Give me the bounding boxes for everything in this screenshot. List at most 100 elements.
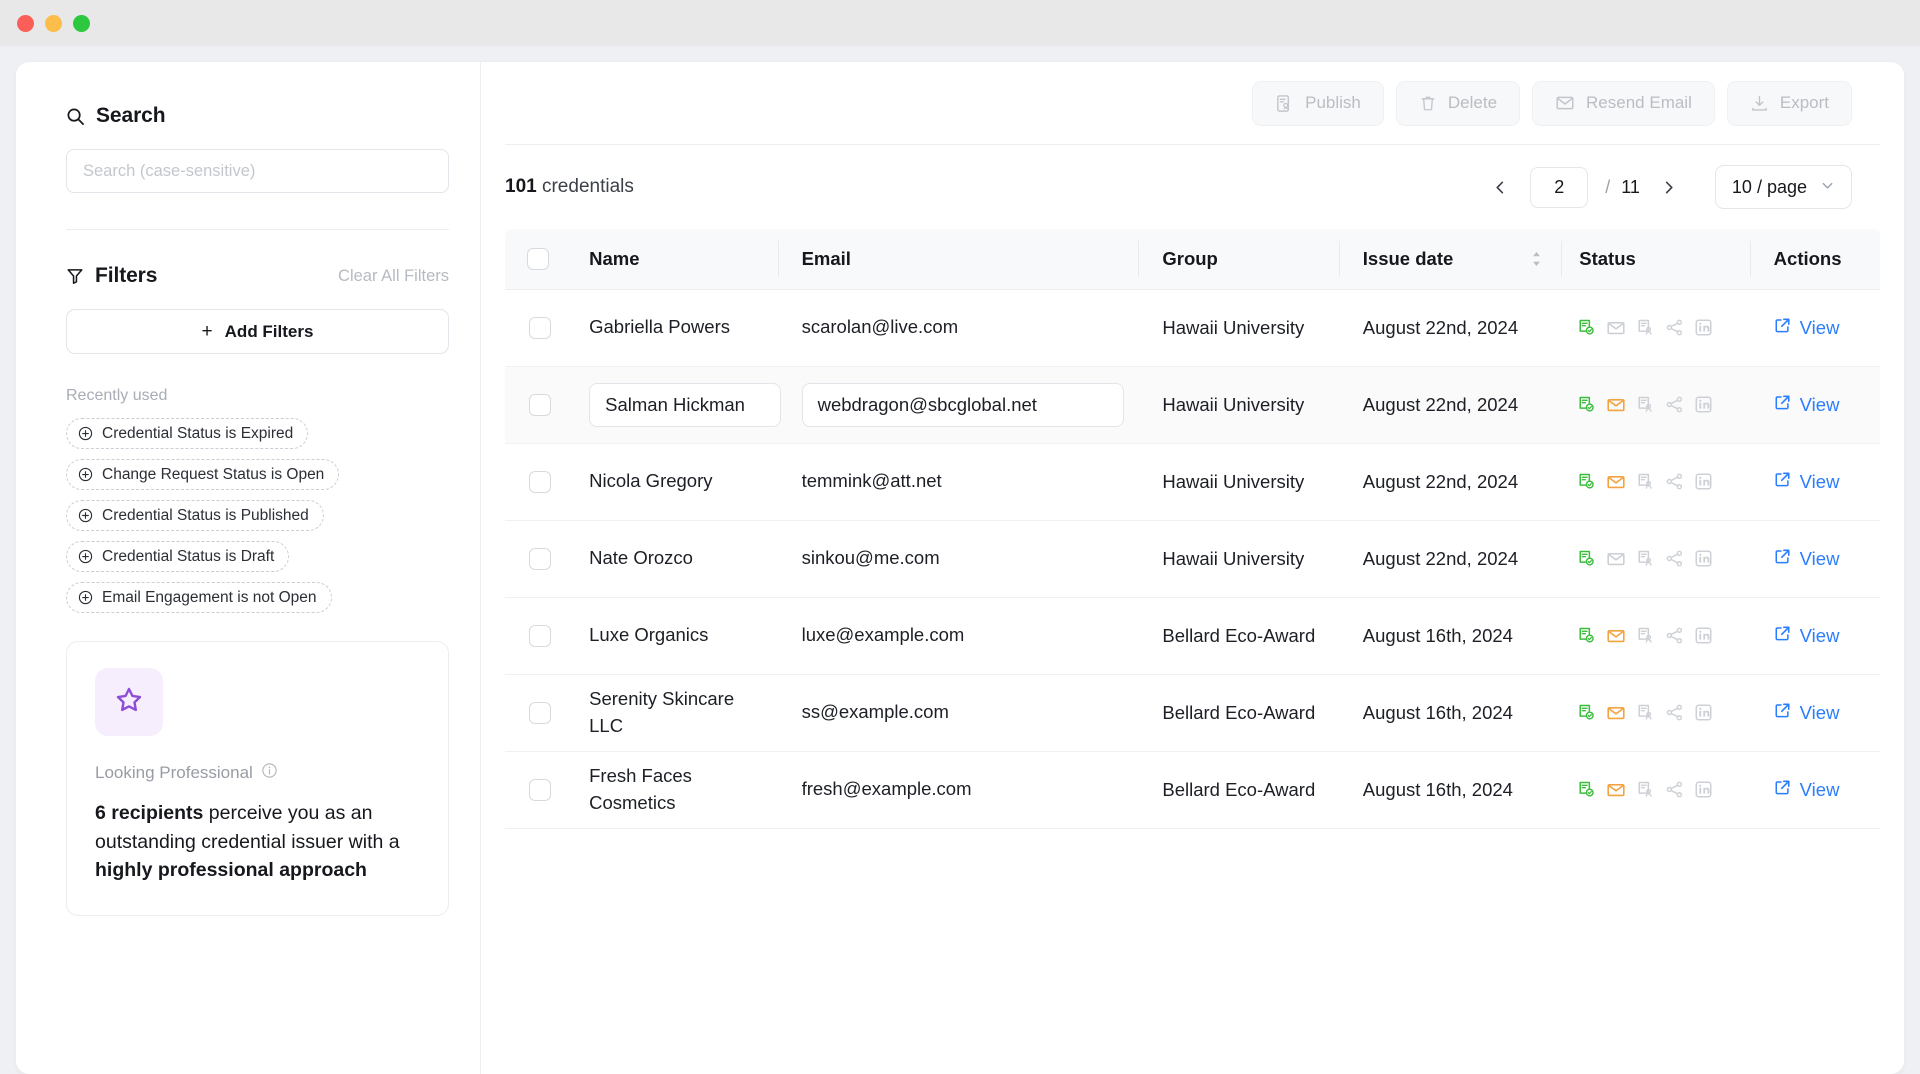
- row-actions-cell: View: [1749, 289, 1880, 367]
- table-row[interactable]: Salman Hickman webdragon@sbcglobal.net Haw…: [505, 365, 1880, 444]
- credential-viewed-icon[interactable]: [1636, 780, 1655, 799]
- email-input[interactable]: webdragon@sbcglobal.net: [801, 382, 1124, 427]
- email-sent-icon[interactable]: [1606, 318, 1626, 338]
- delete-button[interactable]: Delete: [1395, 80, 1521, 126]
- row-checkbox[interactable]: [529, 547, 551, 570]
- row-checkbox[interactable]: [529, 393, 551, 416]
- select-all-checkbox[interactable]: [527, 247, 549, 270]
- credential-published-icon[interactable]: [1577, 395, 1596, 414]
- column-header-name[interactable]: Name: [565, 229, 778, 290]
- minimize-window-button[interactable]: [45, 14, 62, 32]
- add-filters-button[interactable]: + Add Filters: [66, 309, 449, 354]
- table-row[interactable]: Nicola Gregory temmink@att.net Hawaii Univ…: [505, 443, 1880, 521]
- export-button[interactable]: Export: [1726, 80, 1852, 126]
- maximize-window-button[interactable]: [73, 14, 90, 32]
- recent-filter-chip[interactable]: Change Request Status is Open: [66, 459, 340, 490]
- email-sent-icon[interactable]: [1606, 472, 1626, 492]
- column-label-issue-date: Issue date: [1362, 247, 1454, 269]
- row-actions-cell: View: [1749, 365, 1880, 444]
- linkedin-icon[interactable]: [1694, 472, 1713, 491]
- credentials-table-wrapper: Name Email Group Issue date Status Actio…: [481, 229, 1904, 1074]
- share-icon[interactable]: [1665, 318, 1684, 337]
- table-row[interactable]: Gabriella Powers scarolan@live.com Hawaii …: [505, 289, 1880, 367]
- external-link-icon: [1774, 702, 1791, 724]
- email-sent-icon[interactable]: [1606, 703, 1626, 723]
- row-issue-date-cell: August 16th, 2024: [1338, 597, 1562, 675]
- share-icon[interactable]: [1665, 703, 1684, 722]
- share-icon[interactable]: [1665, 549, 1684, 568]
- close-window-button[interactable]: [17, 14, 34, 32]
- linkedin-icon[interactable]: [1694, 626, 1713, 645]
- email-sent-icon[interactable]: [1606, 780, 1626, 800]
- credential-viewed-icon[interactable]: [1636, 395, 1655, 414]
- row-group-cell: Hawaii University: [1138, 443, 1339, 521]
- linkedin-icon[interactable]: [1694, 780, 1713, 799]
- current-page-input[interactable]: 2: [1530, 166, 1589, 208]
- linkedin-icon[interactable]: [1694, 318, 1713, 337]
- view-credential-link[interactable]: View: [1774, 702, 1839, 724]
- info-circle-icon[interactable]: [261, 762, 278, 784]
- linkedin-icon[interactable]: [1694, 703, 1713, 722]
- row-checkbox[interactable]: [529, 624, 551, 647]
- credential-viewed-icon[interactable]: [1636, 703, 1655, 722]
- credential-published-icon[interactable]: [1577, 549, 1596, 568]
- credential-published-icon[interactable]: [1577, 626, 1596, 645]
- trash-icon: [1419, 94, 1437, 112]
- credential-viewed-icon[interactable]: [1636, 472, 1655, 491]
- column-header-email[interactable]: Email: [777, 229, 1139, 290]
- promo-body-text: 6 recipients perceive you as an outstand…: [95, 799, 420, 885]
- clear-all-filters-button[interactable]: Clear All Filters: [338, 267, 449, 286]
- credential-published-icon[interactable]: [1577, 780, 1596, 799]
- view-credential-link[interactable]: View: [1774, 548, 1839, 570]
- recent-filter-chip[interactable]: Email Engagement is not Open: [66, 582, 332, 613]
- name-input[interactable]: Salman Hickman: [589, 382, 782, 427]
- share-icon[interactable]: [1665, 780, 1684, 799]
- credential-published-icon[interactable]: [1577, 472, 1596, 491]
- share-icon[interactable]: [1665, 395, 1684, 414]
- sort-updown-icon[interactable]: [1530, 250, 1543, 268]
- table-row[interactable]: Fresh Faces Cosmetics fresh@example.com Be…: [505, 751, 1880, 829]
- share-icon[interactable]: [1665, 472, 1684, 491]
- search-input[interactable]: [66, 149, 449, 193]
- view-credential-link[interactable]: View: [1774, 625, 1839, 647]
- view-credential-link[interactable]: View: [1774, 471, 1839, 493]
- view-credential-link[interactable]: View: [1774, 317, 1839, 339]
- window-titlebar: [0, 0, 1920, 46]
- row-actions-cell: View: [1749, 674, 1880, 752]
- chevron-right-icon[interactable]: [1651, 169, 1687, 205]
- row-checkbox[interactable]: [529, 701, 551, 724]
- chevron-left-icon[interactable]: [1482, 169, 1518, 205]
- resend-email-button[interactable]: Resend Email: [1532, 80, 1715, 126]
- column-header-group[interactable]: Group: [1138, 229, 1339, 290]
- row-checkbox[interactable]: [529, 778, 551, 801]
- search-icon: [66, 107, 85, 126]
- email-sent-icon[interactable]: [1606, 626, 1626, 646]
- table-row[interactable]: Nate Orozco sinkou@me.com Hawaii Universit…: [505, 520, 1880, 598]
- row-status-cell: [1561, 289, 1750, 367]
- row-checkbox[interactable]: [529, 470, 551, 493]
- page-separator: /: [1605, 176, 1611, 197]
- table-row[interactable]: Luxe Organics luxe@example.com Bellard Eco…: [505, 597, 1880, 675]
- credential-published-icon[interactable]: [1577, 703, 1596, 722]
- linkedin-icon[interactable]: [1694, 395, 1713, 414]
- recent-filter-chip[interactable]: Credential Status is Expired: [66, 418, 309, 449]
- recent-filter-chip[interactable]: Credential Status is Published: [66, 500, 324, 531]
- linkedin-icon[interactable]: [1694, 549, 1713, 568]
- column-header-issue-date[interactable]: Issue date: [1338, 229, 1562, 290]
- per-page-select[interactable]: 10 / page: [1714, 165, 1852, 209]
- credential-published-icon[interactable]: [1577, 318, 1596, 337]
- table-row[interactable]: Serenity Skincare LLC ss@example.com Bella…: [505, 674, 1880, 752]
- recent-filter-chip[interactable]: Credential Status is Draft: [66, 541, 290, 572]
- publish-button[interactable]: Publish: [1252, 80, 1384, 126]
- credential-viewed-icon[interactable]: [1636, 318, 1655, 337]
- view-credential-link[interactable]: View: [1774, 394, 1839, 416]
- credential-viewed-icon[interactable]: [1636, 549, 1655, 568]
- email-sent-icon[interactable]: [1606, 549, 1626, 569]
- row-checkbox[interactable]: [529, 316, 551, 339]
- recent-filter-chip-label: Credential Status is Expired: [102, 424, 294, 442]
- credential-viewed-icon[interactable]: [1636, 626, 1655, 645]
- email-sent-icon[interactable]: [1606, 395, 1626, 415]
- row-status-cell: [1561, 443, 1750, 521]
- share-icon[interactable]: [1665, 626, 1684, 645]
- view-credential-link[interactable]: View: [1774, 779, 1839, 801]
